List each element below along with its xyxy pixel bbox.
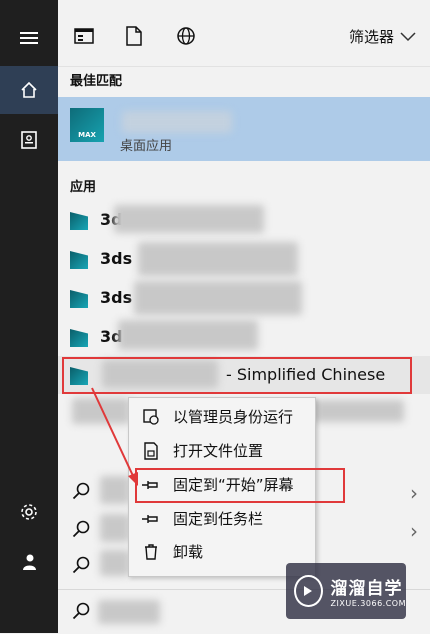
gear-icon bbox=[21, 504, 37, 520]
web-scope-button[interactable] bbox=[174, 24, 198, 48]
trash-icon bbox=[145, 543, 157, 560]
shield-run-icon bbox=[143, 408, 159, 425]
settings-button[interactable] bbox=[0, 488, 58, 536]
documents-scope-button[interactable] bbox=[122, 24, 146, 48]
search-icon bbox=[72, 520, 90, 538]
3ds-max-icon bbox=[70, 212, 88, 230]
chevron-down-icon bbox=[400, 31, 416, 41]
redacted-text bbox=[100, 514, 130, 542]
search-scope-bar: 筛选器 bbox=[58, 0, 430, 67]
redacted-text bbox=[100, 550, 130, 576]
annotation-highlight-pin-start bbox=[135, 468, 345, 503]
chevron-right-icon: › bbox=[410, 481, 418, 505]
search-icon bbox=[72, 556, 90, 574]
best-match-subtitle: 桌面应用 bbox=[120, 139, 173, 154]
home-button[interactable] bbox=[0, 66, 58, 114]
best-match-result[interactable]: MAX 桌面应用 bbox=[58, 97, 430, 161]
redacted-search-query bbox=[98, 600, 160, 624]
menu-icon bbox=[20, 32, 38, 44]
redacted-text bbox=[114, 205, 264, 233]
watermark-title: 溜溜自学 bbox=[330, 579, 403, 599]
3ds-max-app-icon: MAX bbox=[70, 108, 104, 142]
apps-scope-button[interactable] bbox=[72, 24, 96, 48]
document-icon bbox=[21, 131, 37, 149]
menu-item-label: 以管理员身份运行 bbox=[173, 408, 294, 426]
annotation-highlight-app bbox=[62, 357, 412, 394]
search-icon bbox=[72, 482, 90, 500]
home-icon bbox=[21, 81, 37, 98]
hamburger-menu-button[interactable] bbox=[0, 14, 58, 62]
menu-item-run-as-admin[interactable]: 以管理员身份运行 bbox=[129, 400, 315, 433]
search-icon bbox=[72, 602, 90, 620]
open-file-location-icon bbox=[144, 441, 158, 460]
menu-item-open-file-location[interactable]: 打开文件位置 bbox=[129, 434, 315, 467]
documents-button[interactable] bbox=[0, 116, 58, 164]
menu-item-label: 卸载 bbox=[173, 543, 204, 561]
redacted-text bbox=[134, 281, 302, 315]
menu-item-label: 固定到任务栏 bbox=[173, 510, 264, 528]
filter-label: 筛选器 bbox=[348, 28, 394, 46]
watermark-url: ZIXUE.3066.COM bbox=[330, 599, 406, 608]
watermark-logo-icon bbox=[294, 575, 323, 607]
menu-item-pin-to-taskbar[interactable]: 固定到任务栏 bbox=[129, 502, 315, 535]
redacted-text bbox=[118, 320, 258, 350]
user-icon bbox=[23, 554, 36, 570]
redacted-text bbox=[138, 242, 298, 276]
app-result-label: 3ds bbox=[100, 288, 133, 307]
redacted-text bbox=[314, 400, 404, 422]
app-result-label: 3ds bbox=[100, 249, 133, 268]
redacted-app-name bbox=[122, 111, 232, 133]
globe-icon bbox=[177, 27, 195, 45]
site-watermark: 溜溜自学 ZIXUE.3066.COM bbox=[286, 563, 406, 619]
document-icon bbox=[126, 26, 142, 46]
best-match-heading: 最佳匹配 bbox=[70, 74, 123, 89]
chevron-right-icon: › bbox=[410, 519, 418, 543]
filter-dropdown[interactable]: 筛选器 bbox=[349, 26, 416, 47]
redacted-text bbox=[72, 398, 130, 424]
3ds-max-icon bbox=[70, 329, 88, 347]
redacted-text bbox=[100, 476, 130, 504]
pin-icon bbox=[142, 514, 158, 523]
user-button[interactable] bbox=[0, 538, 58, 586]
3ds-max-icon bbox=[70, 290, 88, 308]
app-window-icon bbox=[74, 28, 94, 44]
menu-item-label: 打开文件位置 bbox=[173, 442, 264, 460]
apps-heading: 应用 bbox=[70, 180, 97, 195]
start-sidebar bbox=[0, 0, 58, 633]
3ds-max-icon bbox=[70, 251, 88, 269]
